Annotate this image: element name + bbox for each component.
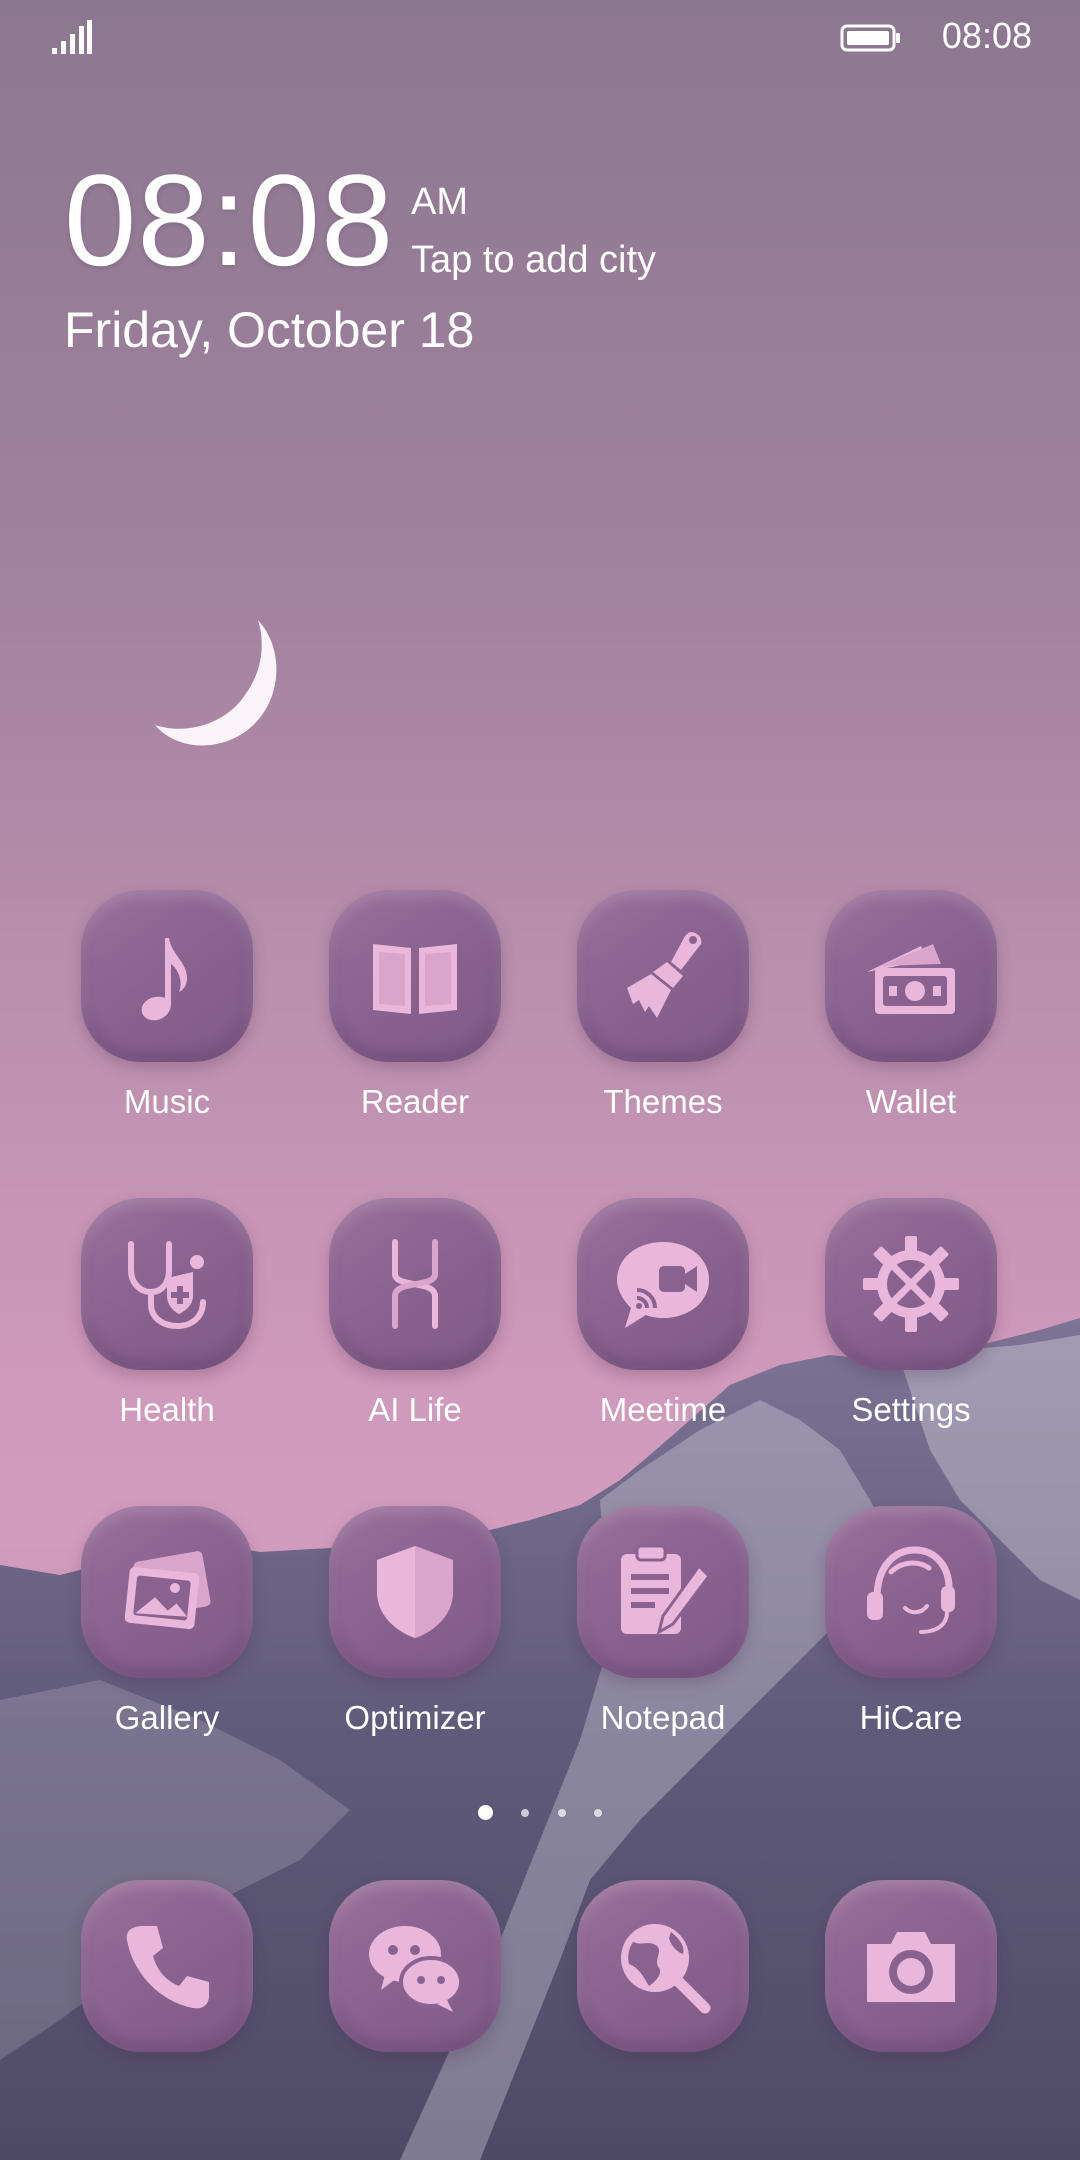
app-themes[interactable]: Themes xyxy=(553,890,773,1122)
moon-icon xyxy=(155,620,277,746)
video-chat-icon xyxy=(617,1242,709,1328)
gear-icon xyxy=(863,1236,959,1332)
app-label: HiCare xyxy=(859,1699,963,1736)
notepad-icon xyxy=(621,1544,711,1636)
browser-icon xyxy=(621,1924,711,2014)
app-settings[interactable]: Settings xyxy=(801,1198,1021,1430)
headset-icon xyxy=(867,1546,955,1634)
paintbrush-icon xyxy=(627,932,702,1018)
add-city-link[interactable]: Tap to add city xyxy=(411,238,656,282)
app-health[interactable]: Health xyxy=(57,1198,277,1430)
app-gallery[interactable]: Gallery xyxy=(57,1506,277,1738)
app-label: Health xyxy=(119,1391,215,1428)
app-label: Wallet xyxy=(865,1083,957,1120)
app-label: Meetime xyxy=(599,1391,727,1428)
signal-icon xyxy=(52,20,92,54)
page-dot-active[interactable] xyxy=(477,1805,493,1821)
page-dot[interactable] xyxy=(557,1808,566,1817)
gallery-icon xyxy=(124,1551,211,1630)
phone-icon xyxy=(126,1926,209,2009)
app-label: AI Life xyxy=(368,1391,462,1428)
camera-icon xyxy=(867,1932,955,2002)
clock-ampm: AM xyxy=(411,181,468,223)
page-dot[interactable] xyxy=(521,1808,530,1817)
dock-phone[interactable] xyxy=(57,1880,277,2052)
music-note-icon xyxy=(141,938,187,1021)
app-label: Themes xyxy=(603,1083,723,1120)
clock-date: Friday, October 18 xyxy=(64,302,475,358)
dock-browser[interactable] xyxy=(553,1880,773,2052)
app-wallet[interactable]: Wallet xyxy=(801,890,1021,1122)
wallet-icon xyxy=(867,944,955,1014)
app-label: Music xyxy=(123,1083,211,1120)
page-dot[interactable] xyxy=(594,1808,603,1817)
home-screen: 08:08 08:08 AM Tap to add city Friday, O… xyxy=(0,0,1080,2160)
app-optimizer[interactable]: Optimizer xyxy=(305,1506,525,1738)
app-notepad[interactable]: Notepad xyxy=(553,1506,773,1738)
stethoscope-icon xyxy=(128,1241,206,1330)
app-meetime[interactable]: Meetime xyxy=(553,1198,773,1430)
battery-icon xyxy=(840,24,900,52)
clock-time: 08:08 xyxy=(64,147,395,293)
dock-camera[interactable] xyxy=(801,1880,1021,2052)
dock-chat[interactable] xyxy=(305,1880,525,2052)
app-hicare[interactable]: HiCare xyxy=(801,1506,1021,1738)
app-reader[interactable]: Reader xyxy=(305,890,525,1122)
app-label: Settings xyxy=(851,1391,971,1428)
shield-icon xyxy=(377,1546,453,1638)
app-label: Notepad xyxy=(600,1699,726,1736)
app-ai-life[interactable]: AI Life xyxy=(305,1198,525,1430)
app-label: Reader xyxy=(360,1083,470,1120)
app-label: Gallery xyxy=(114,1699,220,1736)
app-label: Optimizer xyxy=(344,1699,486,1736)
page-indicator[interactable] xyxy=(0,1804,1080,1821)
ai-life-icon xyxy=(392,1239,438,1329)
status-bar: 08:08 xyxy=(0,0,1080,75)
chat-icon xyxy=(369,1926,463,2012)
app-music[interactable]: Music xyxy=(57,890,277,1122)
clock-widget[interactable]: 08:08 AM Tap to add city Friday, October… xyxy=(64,150,764,370)
book-icon xyxy=(373,944,457,1014)
status-time: 08:08 xyxy=(941,15,1032,56)
